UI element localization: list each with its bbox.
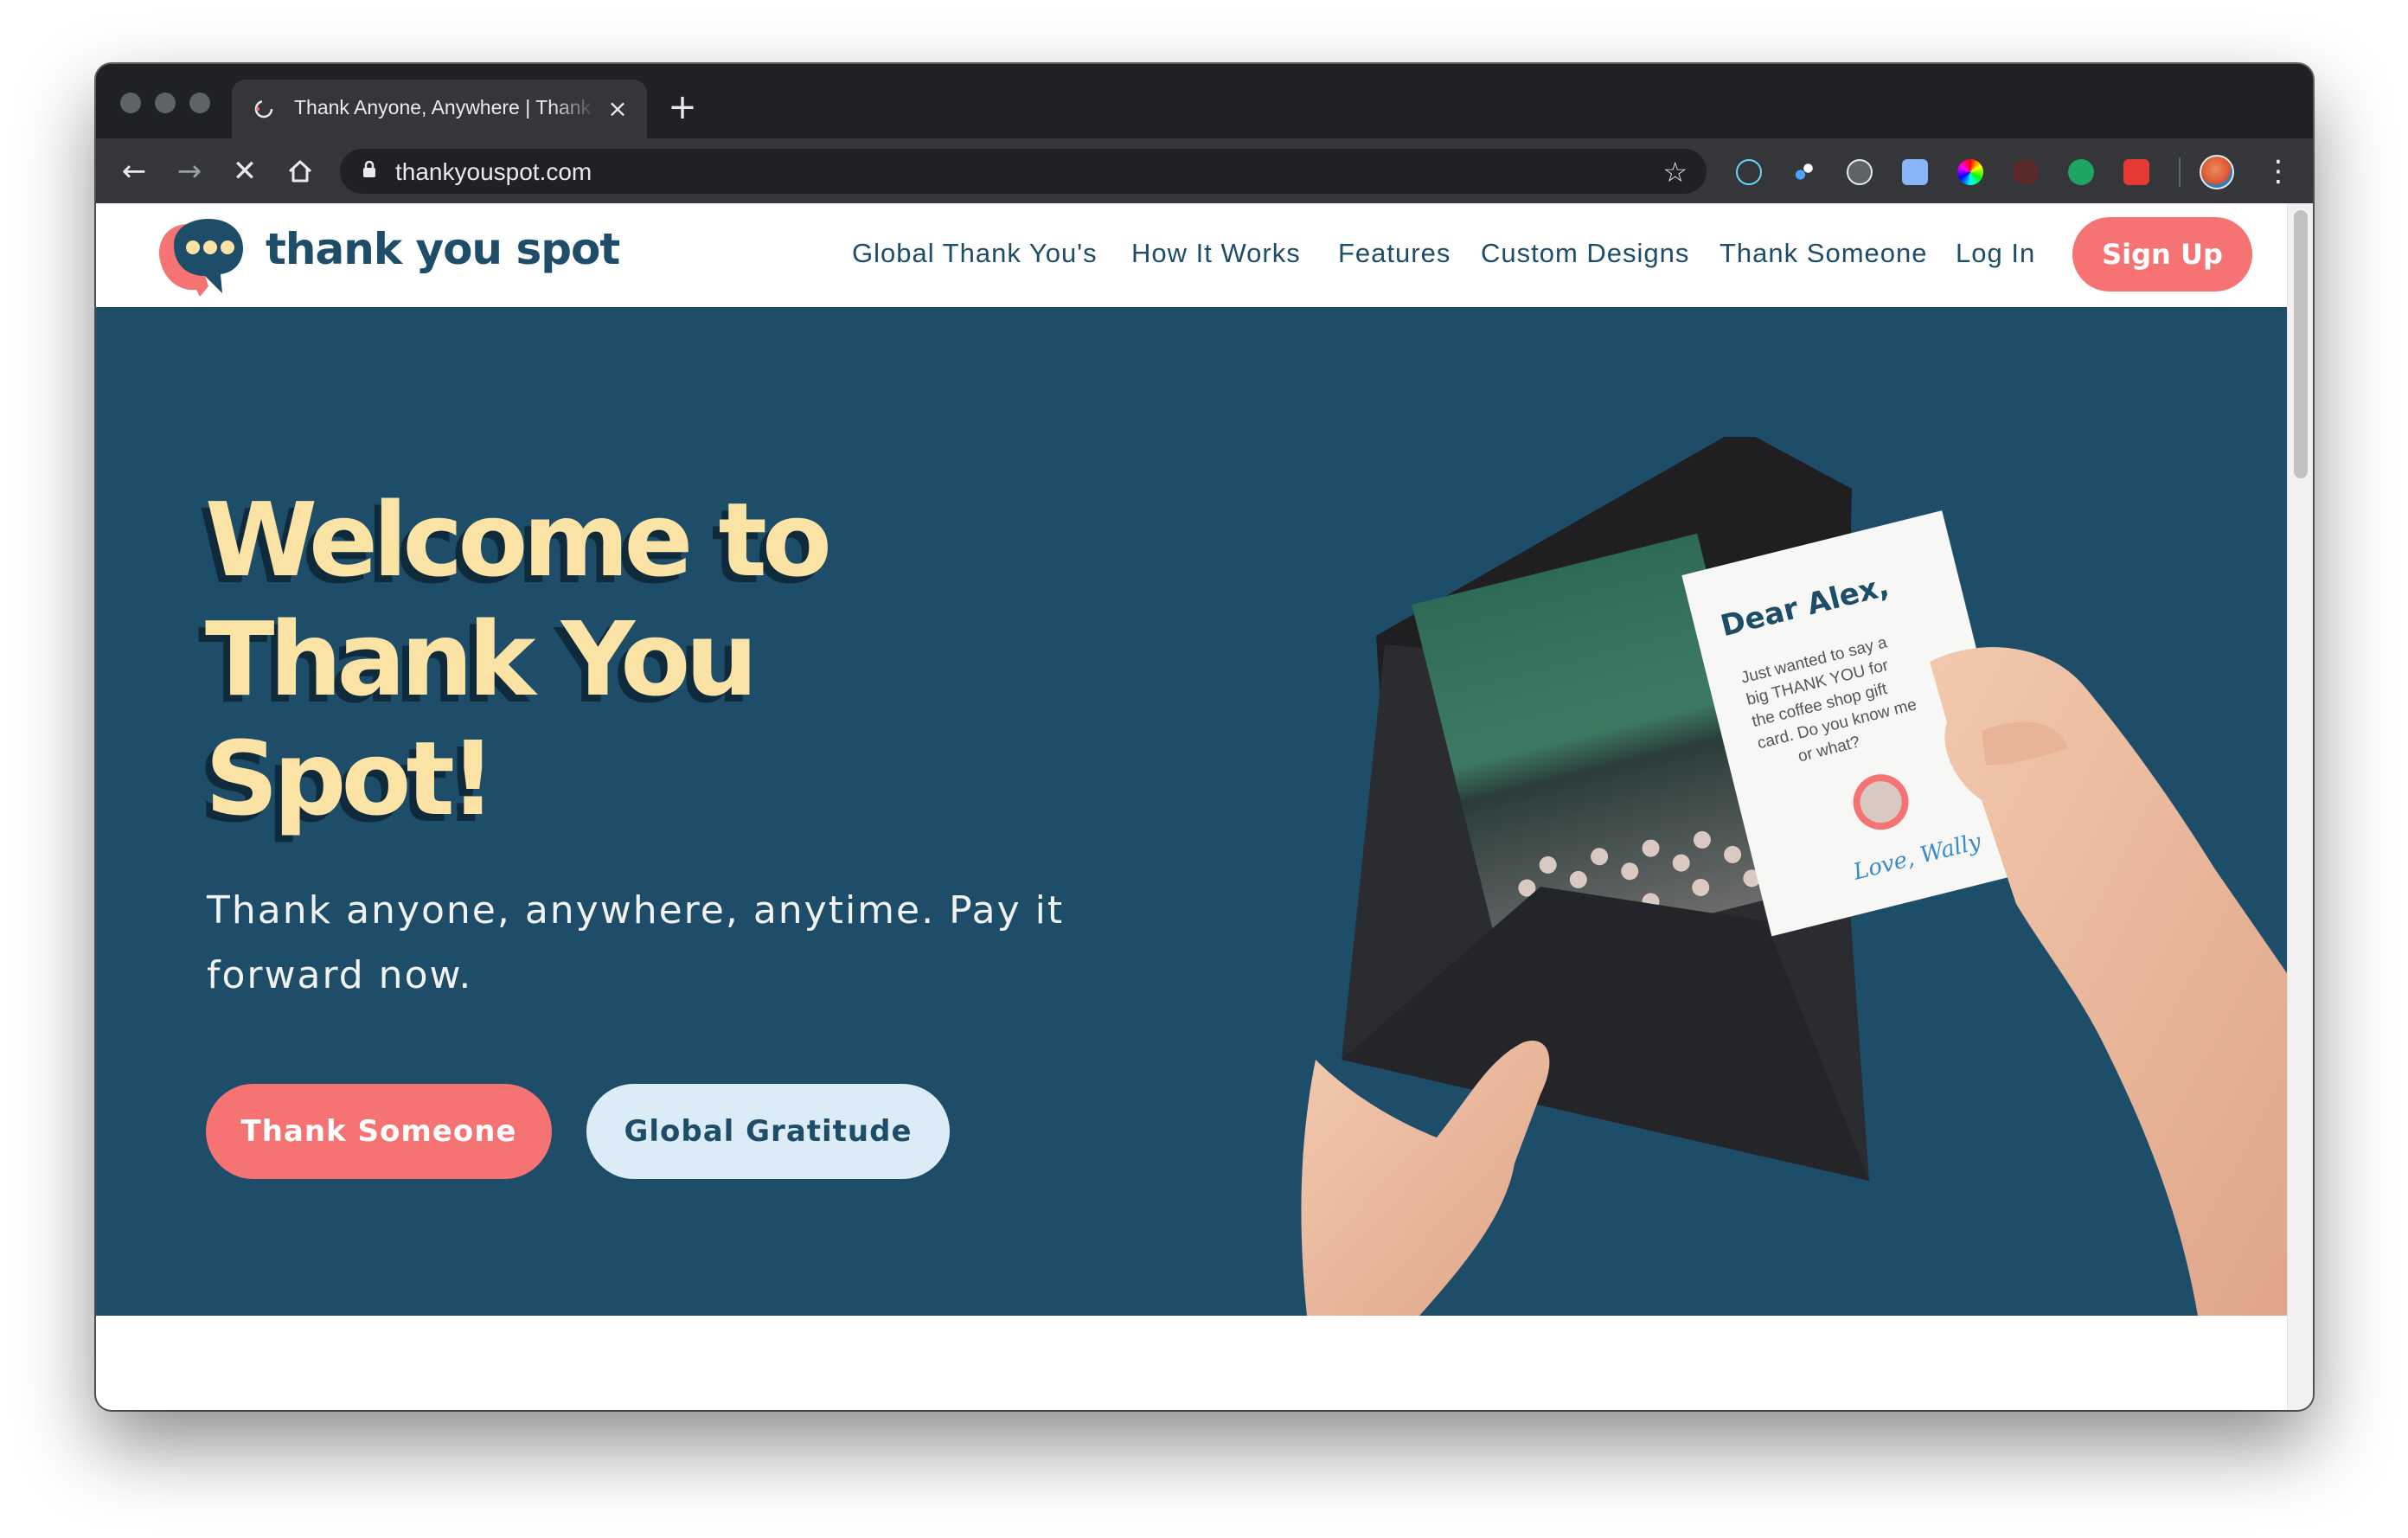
hero-title-line: Thank You <box>205 599 758 719</box>
address-bar[interactable]: thankyouspot.com ☆ <box>340 149 1707 194</box>
browser-window: Thank Anyone, Anywhere | Thank You Spot … <box>96 64 2313 1410</box>
browser-toolbar: ← → ✕ thankyouspot.com ☆ ⋮ <box>96 138 2313 203</box>
hero-subtitle-line: forward now. <box>207 953 473 997</box>
thank-someone-button[interactable]: Thank Someone <box>206 1084 552 1179</box>
more-menu-icon[interactable]: ⋮ <box>2264 154 2293 189</box>
hero-subtitle-line: Thank anyone, anywhere, anytime. Pay it <box>207 888 1065 932</box>
hero-title-line: Spot! <box>205 719 496 838</box>
logo-text[interactable]: thank you spot <box>266 224 620 274</box>
calendar-icon[interactable] <box>1902 159 1928 185</box>
page-scrollbar[interactable] <box>2287 203 2313 1410</box>
hero-section: Welcome to Thank You Spot! Thank anyone,… <box>96 307 2287 1316</box>
hero-title: Welcome to Thank You Spot! <box>205 480 983 838</box>
speech-bubble-logo-icon[interactable] <box>148 210 252 304</box>
color-wheel-icon[interactable] <box>1957 159 1983 185</box>
bookmark-star-icon[interactable]: ☆ <box>1662 156 1688 189</box>
video-extension-icon[interactable] <box>2123 159 2149 185</box>
left-hand <box>1301 1041 1550 1316</box>
nav-features[interactable]: Features <box>1338 238 1451 269</box>
nav-log-in[interactable]: Log In <box>1956 238 2035 269</box>
nav-global-thank-yous[interactable]: Global Thank You's <box>852 238 1098 269</box>
page-viewport: thank you spot Global Thank You's How It… <box>96 203 2313 1410</box>
nav-custom-designs[interactable]: Custom Designs <box>1481 238 1689 269</box>
close-window-button[interactable] <box>120 93 141 113</box>
new-tab-button[interactable]: + <box>667 90 698 125</box>
forward-icon[interactable]: → <box>170 152 208 190</box>
loading-favicon-icon <box>254 99 273 119</box>
hero-title-line: Welcome to <box>205 480 832 599</box>
profile-avatar[interactable] <box>2200 155 2234 189</box>
scrollbar-thumb[interactable] <box>2294 210 2308 478</box>
hero-subtitle: Thank anyone, anywhere, anytime. Pay it … <box>207 878 1072 1008</box>
site-header: thank you spot Global Thank You's How It… <box>96 203 2287 307</box>
maximize-window-button[interactable] <box>189 93 210 113</box>
url-text: thankyouspot.com <box>395 158 592 185</box>
heart-extension-icon[interactable] <box>2013 159 2039 185</box>
home-icon[interactable] <box>281 152 319 190</box>
tab-title: Thank Anyone, Anywhere | Thank You Spot <box>294 96 597 119</box>
nav-how-it-works[interactable]: How It Works <box>1131 238 1301 269</box>
minimize-window-button[interactable] <box>155 93 176 113</box>
wordpress-icon[interactable] <box>1847 159 1873 185</box>
nav-thank-someone[interactable]: Thank Someone <box>1720 238 1927 269</box>
envelope-card-illustration: Dear Alex, Just wanted to say a big THAN… <box>1301 437 2287 1316</box>
tab-strip: Thank Anyone, Anywhere | Thank You Spot … <box>96 64 2313 138</box>
react-devtools-icon[interactable] <box>1736 159 1762 185</box>
green-dot-icon[interactable] <box>2068 159 2094 185</box>
sign-up-button[interactable]: Sign Up <box>2072 217 2252 292</box>
global-gratitude-button[interactable]: Global Gratitude <box>586 1084 950 1179</box>
right-hand <box>1930 647 2287 1316</box>
extension-dots-icon[interactable] <box>1791 159 1817 185</box>
toolbar-separator <box>2179 157 2181 187</box>
tab-close-icon[interactable]: × <box>604 95 631 123</box>
stop-icon[interactable]: ✕ <box>226 152 264 190</box>
back-icon[interactable]: ← <box>115 152 153 190</box>
lock-icon <box>363 161 375 177</box>
browser-tab-active[interactable]: Thank Anyone, Anywhere | Thank You Spot … <box>232 80 647 138</box>
